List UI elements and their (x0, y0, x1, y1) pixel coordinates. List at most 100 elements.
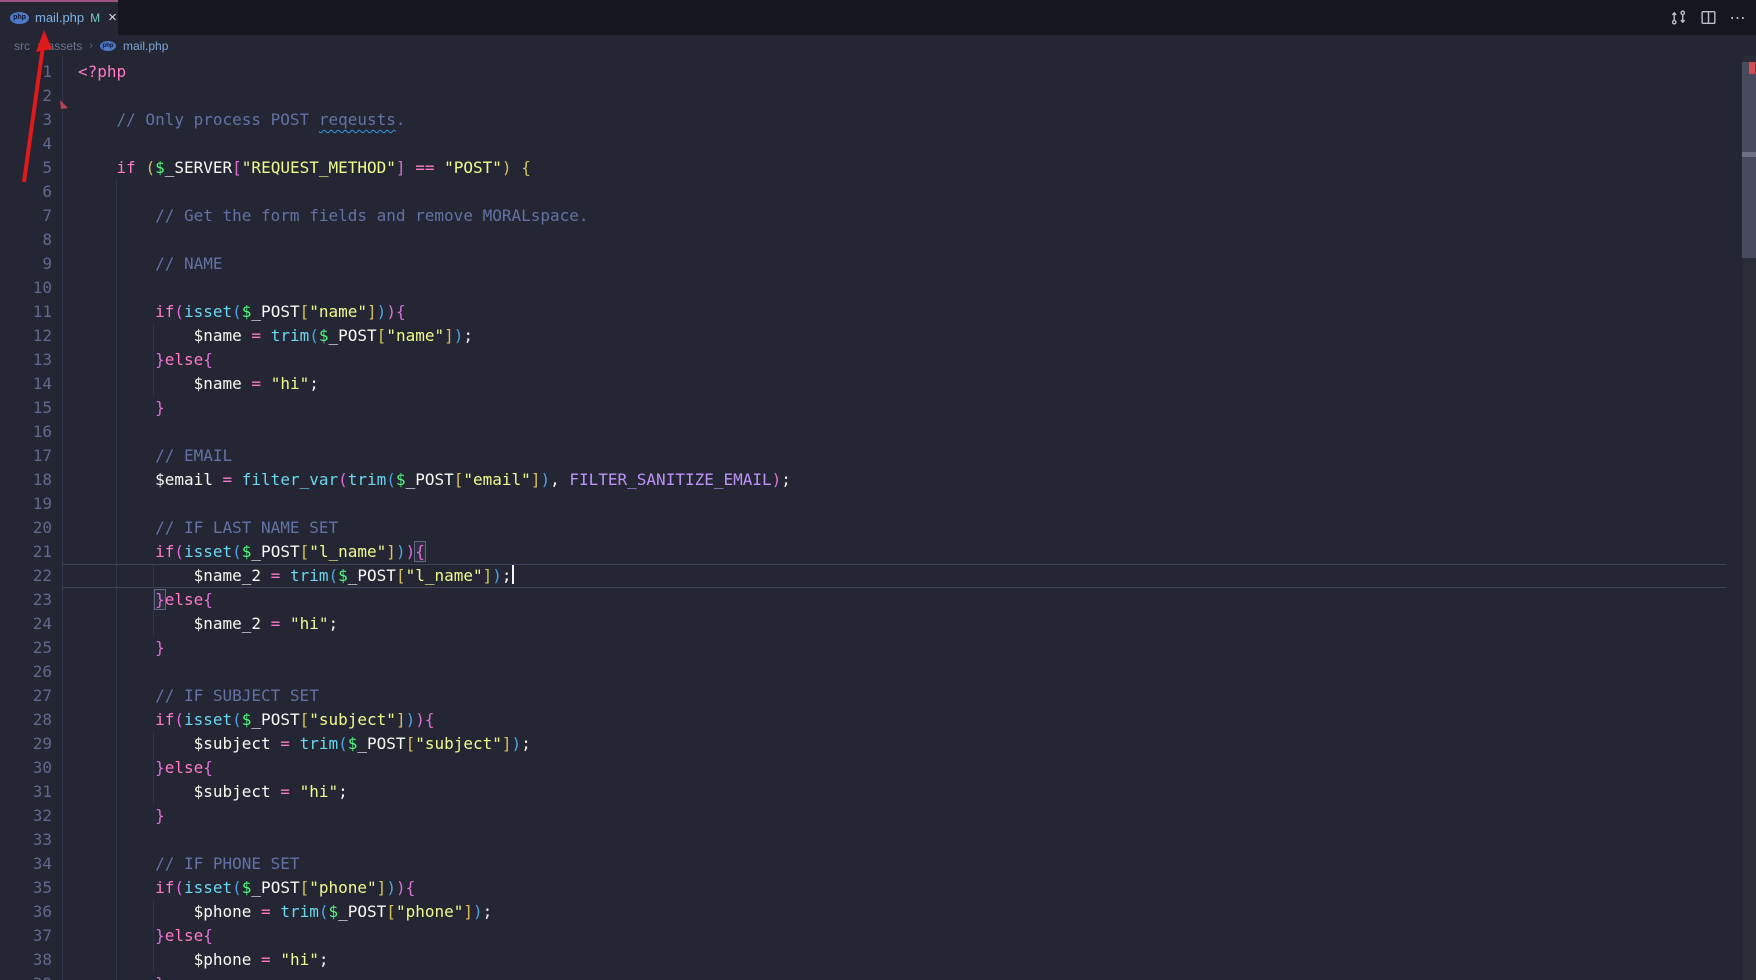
line-number: 34 (0, 852, 52, 876)
breadcrumb-item-src[interactable]: src (14, 39, 30, 53)
line-number: 22 (0, 564, 52, 588)
code-text: } (78, 396, 165, 420)
code-line[interactable]: 25 } (0, 636, 1742, 660)
close-icon[interactable]: × (108, 10, 117, 25)
code-editor[interactable]: 1 <?php 23 // Only process POST reqeusts.4… (0, 56, 1756, 980)
code-line[interactable]: 17 // EMAIL (0, 444, 1742, 468)
code-line[interactable]: 5 if ($_SERVER["REQUEST_METHOD"] == "POS… (0, 156, 1742, 180)
breadcrumb-separator: › (37, 40, 41, 52)
tab-filename: mail.php (35, 10, 84, 25)
code-line[interactable]: 14 $name = "hi"; (0, 372, 1742, 396)
code-text: if(isset($_POST["name"])){ (78, 300, 406, 324)
code-text: } (78, 972, 165, 980)
code-line[interactable]: 31 $subject = "hi"; (0, 780, 1742, 804)
code-text: $phone = "hi"; (78, 948, 328, 972)
line-number: 37 (0, 924, 52, 948)
tab-mail-php[interactable]: php mail.php M × (0, 0, 118, 35)
split-editor-icon[interactable] (1698, 8, 1718, 28)
code-line[interactable]: 23 }else{ (0, 588, 1742, 612)
code-text: } (78, 636, 165, 660)
line-number: 15 (0, 396, 52, 420)
line-number: 3 (0, 108, 52, 132)
code-line[interactable]: 30 }else{ (0, 756, 1742, 780)
line-number: 33 (0, 828, 52, 852)
open-changes-icon[interactable] (1668, 8, 1688, 28)
line-number: 29 (0, 732, 52, 756)
code-line[interactable]: 11 if(isset($_POST["name"])){ (0, 300, 1742, 324)
code-text: // Get the form fields and remove MORALs… (78, 204, 589, 228)
breadcrumb-item-assets[interactable]: assets (48, 39, 83, 53)
scrollbar-thumb[interactable] (1742, 62, 1756, 258)
code-text: $subject = trim($_POST["subject"]); (78, 732, 531, 756)
vscode-editor-window: php mail.php M × ⋯ (0, 0, 1756, 980)
php-icon: php (100, 41, 116, 51)
line-number: 9 (0, 252, 52, 276)
code-line[interactable]: 19 (0, 492, 1742, 516)
line-number: 23 (0, 588, 52, 612)
code-text: if ($_SERVER["REQUEST_METHOD"] == "POST"… (78, 156, 531, 180)
code-line[interactable]: 18 $email = filter_var(trim($_POST["emai… (0, 468, 1742, 492)
code-text: // IF SUBJECT SET (78, 684, 319, 708)
code-line[interactable]: 12 $name = trim($_POST["name"]); (0, 324, 1742, 348)
code-line[interactable]: 13 }else{ (0, 348, 1742, 372)
code-line[interactable]: 4 (0, 132, 1742, 156)
code-line[interactable]: 36 $phone = trim($_POST["phone"]); (0, 900, 1742, 924)
line-number: 1 (0, 60, 52, 84)
line-number: 35 (0, 876, 52, 900)
code-line[interactable]: 20 // IF LAST NAME SET (0, 516, 1742, 540)
breadcrumb-item-file[interactable]: mail.php (123, 39, 168, 53)
code-text: <?php (78, 60, 126, 84)
code-line[interactable]: 22 $name_2 = trim($_POST["l_name"]); (0, 564, 1742, 588)
code-text: // IF PHONE SET (78, 852, 300, 876)
code-text: }else{ (78, 924, 213, 948)
line-number: 21 (0, 540, 52, 564)
code-text: }else{ (78, 348, 213, 372)
line-number: 27 (0, 684, 52, 708)
code-text: }else{ (78, 756, 213, 780)
code-line[interactable]: 10 (0, 276, 1742, 300)
git-modified-badge: M (90, 11, 100, 25)
line-number: 2 (0, 84, 52, 108)
code-line[interactable]: 3 // Only process POST reqeusts. (0, 108, 1742, 132)
code-line[interactable]: 15 } (0, 396, 1742, 420)
code-text: $name_2 = trim($_POST["l_name"]); (78, 564, 514, 588)
code-line[interactable]: 8 (0, 228, 1742, 252)
code-line[interactable]: 2 (0, 84, 1742, 108)
code-line[interactable]: 16 (0, 420, 1742, 444)
line-number: 7 (0, 204, 52, 228)
code-line[interactable]: 21 if(isset($_POST["l_name"])){ (0, 540, 1742, 564)
line-number: 24 (0, 612, 52, 636)
code-text: $name = trim($_POST["name"]); (78, 324, 473, 348)
scrollbar-track[interactable] (1742, 56, 1756, 980)
code-area: 1 <?php 23 // Only process POST reqeusts.4… (0, 60, 1742, 980)
code-line[interactable]: 9 // NAME (0, 252, 1742, 276)
code-line[interactable]: 29 $subject = trim($_POST["subject"]); (0, 732, 1742, 756)
code-line[interactable]: 26 (0, 660, 1742, 684)
code-line[interactable]: 34 // IF PHONE SET (0, 852, 1742, 876)
line-number: 30 (0, 756, 52, 780)
code-line[interactable]: 35 if(isset($_POST["phone"])){ (0, 876, 1742, 900)
code-line[interactable]: 24 $name_2 = "hi"; (0, 612, 1742, 636)
code-line[interactable]: 38 $phone = "hi"; (0, 948, 1742, 972)
code-text: if(isset($_POST["phone"])){ (78, 876, 415, 900)
code-text: if(isset($_POST["l_name"])){ (78, 540, 425, 564)
code-line[interactable]: 7 // Get the form fields and remove MORA… (0, 204, 1742, 228)
line-number: 8 (0, 228, 52, 252)
line-number: 14 (0, 372, 52, 396)
line-number: 39 (0, 972, 52, 980)
code-line[interactable]: 28 if(isset($_POST["subject"])){ (0, 708, 1742, 732)
line-number: 11 (0, 300, 52, 324)
more-actions-icon[interactable]: ⋯ (1728, 8, 1748, 28)
code-line[interactable]: 1 <?php (0, 60, 1742, 84)
code-line[interactable]: 6 (0, 180, 1742, 204)
code-line[interactable]: 33 (0, 828, 1742, 852)
code-line[interactable]: 37 }else{ (0, 924, 1742, 948)
code-line[interactable]: 32 } (0, 804, 1742, 828)
code-text: }else{ (78, 588, 213, 612)
code-line[interactable]: 27 // IF SUBJECT SET (0, 684, 1742, 708)
line-number: 38 (0, 948, 52, 972)
code-line[interactable]: 39 } (0, 972, 1742, 980)
overview-ruler-error-marker (1749, 62, 1755, 74)
line-number: 32 (0, 804, 52, 828)
breadcrumb-separator: › (89, 40, 93, 52)
